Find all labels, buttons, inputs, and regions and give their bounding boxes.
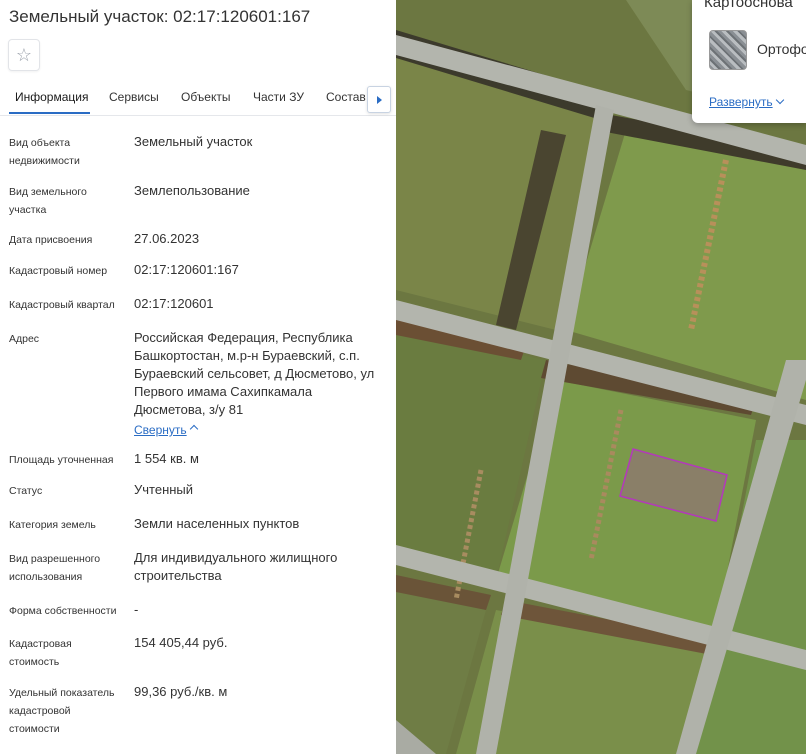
field-value: - <box>134 602 139 617</box>
field-value: Российская Федерация, Республика Башкорт… <box>134 330 375 417</box>
field-value: Земли населенных пунктов <box>134 516 300 531</box>
caret-right-icon <box>376 95 382 104</box>
field-label: Статус <box>9 485 43 497</box>
field-value: 154 405,44 руб. <box>134 635 228 650</box>
collapse-link[interactable]: Свернуть <box>134 423 187 437</box>
tab-bar: Информация Сервисы Объекты Части ЗУ Сост… <box>0 82 396 116</box>
field-label: Категория земель <box>9 519 96 531</box>
field-label: Адрес <box>9 333 40 345</box>
field-label: Площадь уточненная <box>9 454 114 466</box>
field-value: Землепользование <box>134 183 250 198</box>
tab-objects[interactable]: Объекты <box>181 90 231 104</box>
orthophoto-thumbnail[interactable] <box>709 30 747 70</box>
field-label: Кадастровая стоимость <box>9 638 72 668</box>
chevron-up-icon <box>189 424 199 434</box>
tab-composition[interactable]: Состав <box>326 90 366 104</box>
field-label: Вид земельного участка <box>9 186 87 216</box>
field-label: Форма собственности <box>9 605 117 617</box>
field-value: 27.06.2023 <box>134 231 200 246</box>
field-label: Удельный показатель кадастровой стоимост… <box>9 687 115 735</box>
tabs-scroll-right-button[interactable] <box>367 86 391 113</box>
expand-link[interactable]: Развернуть <box>709 95 773 109</box>
field-label: Кадастровый номер <box>9 265 108 277</box>
object-info-panel: Земельный участок: 02:17:120601:167 ☆ Ин… <box>0 0 396 754</box>
basemap-option-orthophoto[interactable]: Ортофото <box>757 41 806 57</box>
field-value: Учтенный <box>134 482 194 497</box>
field-value: 99,36 руб./кв. м <box>134 684 228 699</box>
field-label: Вид разрешенного использования <box>9 553 101 583</box>
favorite-button[interactable]: ☆ <box>8 39 40 71</box>
page-title: Земельный участок: 02:17:120601:167 <box>9 7 311 26</box>
chevron-down-icon <box>775 95 785 105</box>
field-value: 1 554 кв. м <box>134 451 199 466</box>
active-tab-indicator <box>9 112 90 114</box>
field-value[interactable]: 02:17:120601 <box>134 295 384 313</box>
tab-services[interactable]: Сервисы <box>109 90 159 104</box>
tab-parcel-parts[interactable]: Части ЗУ <box>253 90 304 104</box>
field-label: Кадастровый квартал <box>9 299 115 311</box>
field-value: Земельный участок <box>134 134 253 149</box>
field-label: Дата присвоения <box>9 234 93 246</box>
field-label: Вид объекта недвижимости <box>9 137 80 167</box>
basemap-switcher: Картооснова Ортофото Развернуть <box>692 0 806 123</box>
field-value: Для индивидуального жилищного строительс… <box>134 550 338 583</box>
field-value[interactable]: 02:17:120601:167 <box>134 261 384 279</box>
star-outline-icon: ☆ <box>15 44 33 65</box>
tab-information[interactable]: Информация <box>15 90 88 104</box>
basemap-title: Картооснова <box>704 0 793 11</box>
